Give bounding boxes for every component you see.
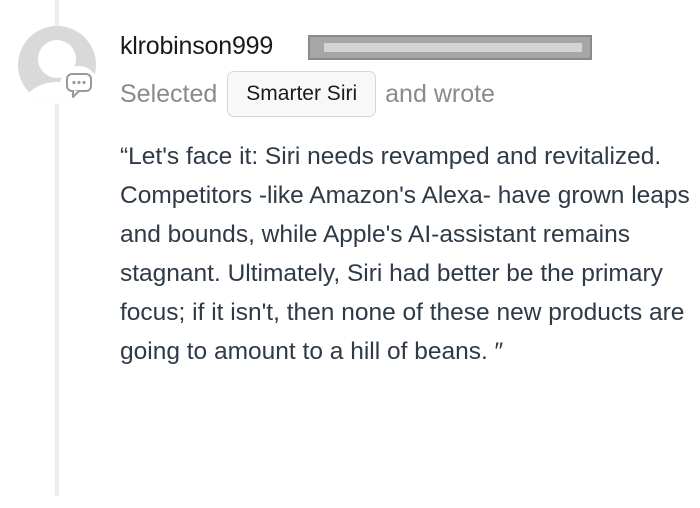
redaction-bar bbox=[308, 35, 592, 60]
action-row: Selected Smarter Siri and wrote bbox=[120, 69, 495, 119]
selected-option-chip[interactable]: Smarter Siri bbox=[227, 71, 377, 117]
action-suffix: and wrote bbox=[385, 79, 495, 108]
action-prefix: Selected bbox=[120, 79, 218, 108]
comment-bubble-icon bbox=[66, 73, 92, 98]
username[interactable]: klrobinson999 bbox=[120, 32, 273, 61]
redaction-bar-inner bbox=[324, 43, 582, 52]
comment-quote: “Let's face it: Siri needs revamped and … bbox=[120, 143, 690, 365]
comment-badge bbox=[60, 66, 98, 104]
